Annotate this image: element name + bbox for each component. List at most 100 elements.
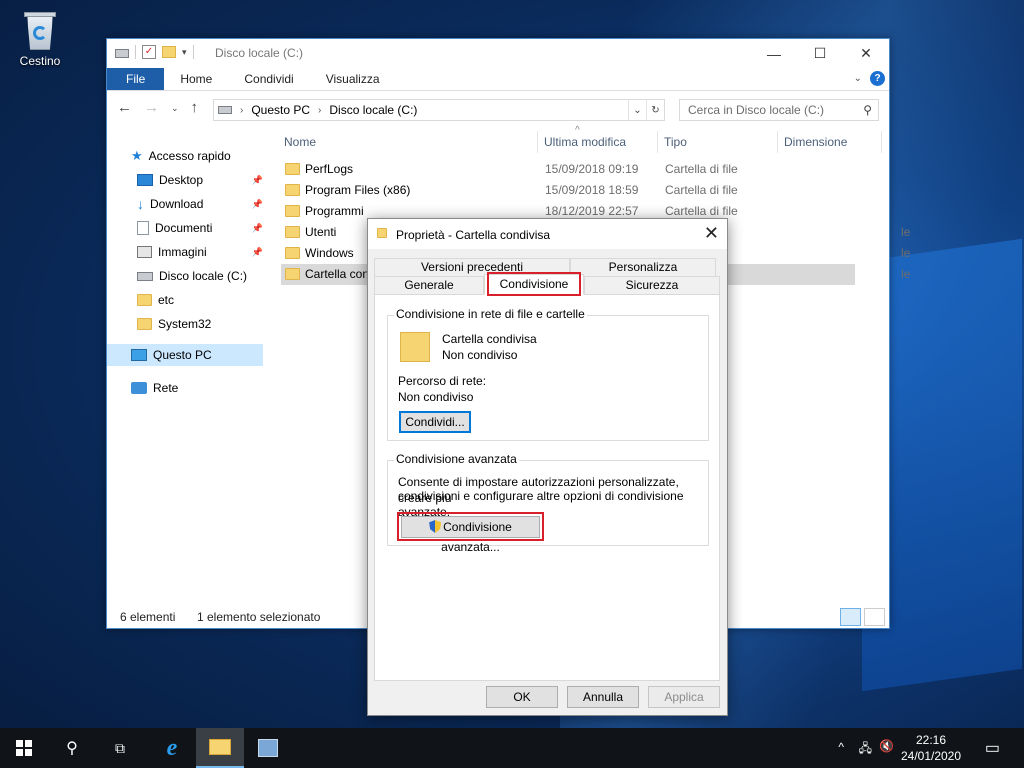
nav-etc[interactable]: etc: [137, 289, 265, 311]
nav-desktop[interactable]: Desktop 📌: [137, 169, 265, 191]
pin-icon: 📌: [251, 246, 263, 257]
advanced-sharing-button[interactable]: Condivisione avanzata...: [401, 516, 540, 554]
selection-count: 1 elemento selezionato: [197, 610, 321, 624]
column-size[interactable]: Dimensione: [779, 133, 847, 153]
maximize-icon[interactable]: ☐: [797, 39, 843, 68]
cancel-button[interactable]: Annulla: [567, 686, 639, 708]
chevron-right-icon[interactable]: ›: [240, 105, 243, 116]
details-view-icon[interactable]: [840, 608, 861, 626]
nav-download[interactable]: ↓ Download 📌: [137, 193, 265, 215]
chevron-right-icon[interactable]: ›: [318, 105, 321, 116]
tab-customize[interactable]: Personalizza: [570, 258, 716, 277]
ok-button[interactable]: OK: [486, 686, 558, 708]
recycle-bin-icon: [23, 10, 57, 50]
ribbon-expand-icon[interactable]: ⌄: [854, 73, 862, 84]
breadcrumb-this-pc[interactable]: Questo PC: [251, 103, 310, 117]
minimize-icon[interactable]: —: [751, 39, 797, 68]
tab-file[interactable]: File: [107, 68, 165, 90]
network-sharing-group: Condivisione in rete di file e cartelle …: [387, 307, 709, 441]
tab-home[interactable]: Home: [164, 68, 228, 90]
column-modified[interactable]: Ultima modifica: [539, 133, 626, 153]
nav-documents[interactable]: Documenti 📌: [137, 217, 265, 239]
quick-access-toolbar: ✓ ▾: [115, 45, 194, 59]
nav-label: etc: [158, 293, 175, 307]
back-icon[interactable]: ←: [117, 99, 132, 116]
clock-date: 24/01/2020: [900, 749, 962, 763]
file-name: Utenti: [305, 225, 337, 239]
nav-system32[interactable]: System32: [137, 313, 265, 335]
nav-label: Accesso rapido: [148, 149, 231, 163]
properties-dialog: Proprietà - Cartella condivisa ✕ Version…: [367, 218, 728, 716]
nav-label: Desktop: [159, 173, 204, 187]
properties-check-icon[interactable]: ✓: [142, 45, 156, 59]
dialog-title: Proprietà - Cartella condivisa: [396, 228, 551, 242]
nav-network[interactable]: Rete: [131, 377, 287, 399]
search-icon[interactable]: ⚲: [48, 728, 96, 768]
nav-label: Documenti: [155, 221, 213, 235]
image-icon: [137, 246, 152, 258]
navigation-pane: ★ Accesso rapido Desktop 📌 ↓ Download 📌 …: [107, 129, 269, 609]
start-button[interactable]: [0, 728, 48, 768]
column-type[interactable]: Tipo: [659, 133, 687, 153]
document-icon: [137, 221, 149, 235]
group-title: Condivisione avanzata: [394, 452, 519, 466]
tab-sharing[interactable]: Condivisione: [484, 272, 584, 296]
windows-logo-icon: [16, 740, 32, 756]
breadcrumb-drive[interactable]: Disco locale (C:): [329, 103, 417, 117]
sharing-panel: Condivisione in rete di file e cartelle …: [374, 294, 720, 681]
address-dropdown-icon[interactable]: ⌄: [628, 100, 646, 120]
large-icons-view-icon[interactable]: [864, 608, 885, 626]
folder-icon: [285, 184, 300, 196]
drive-icon: [218, 106, 232, 114]
nav-local-disk[interactable]: Disco locale (C:): [137, 265, 265, 287]
nav-this-pc[interactable]: Questo PC: [107, 344, 263, 366]
folder-icon: [285, 205, 300, 217]
address-field[interactable]: › Questo PC › Disco locale (C:) ⌄ ↻: [213, 99, 665, 121]
nav-label: Rete: [153, 381, 179, 395]
file-explorer-taskbar-icon[interactable]: [196, 728, 244, 768]
search-input[interactable]: Cerca in Disco locale (C:) ⚲: [679, 99, 879, 121]
nav-images[interactable]: Immagini 📌: [137, 241, 265, 263]
nav-quick-access[interactable]: ★ Accesso rapido: [131, 145, 287, 167]
network-status-icon[interactable]: 🖧: [859, 739, 872, 760]
recycle-bin-label: Cestino: [19, 54, 61, 68]
file-type: le: [901, 267, 911, 281]
column-name[interactable]: Nome: [279, 133, 316, 153]
tab-security[interactable]: Sicurezza: [584, 276, 720, 295]
tab-view[interactable]: Visualizza: [310, 68, 396, 90]
internet-explorer-icon[interactable]: e: [148, 728, 196, 768]
tab-share[interactable]: Condividi: [228, 68, 309, 90]
folder-icon: [285, 226, 300, 238]
file-type: Cartella di file: [665, 183, 738, 197]
share-button[interactable]: Condividi...: [399, 411, 471, 433]
drive-icon: [137, 271, 153, 281]
recycle-bin-desktop-icon[interactable]: Cestino: [10, 8, 70, 68]
close-icon[interactable]: ✕: [704, 223, 719, 244]
close-icon[interactable]: ✕: [843, 39, 889, 68]
explorer-titlebar[interactable]: ✓ ▾ Disco locale (C:) — ☐ ✕: [107, 39, 889, 68]
server-manager-icon[interactable]: [244, 728, 292, 768]
up-icon[interactable]: ↑: [191, 99, 199, 116]
apply-button[interactable]: Applica: [648, 686, 720, 708]
nav-label: Download: [150, 197, 204, 211]
action-center-icon[interactable]: ▭: [985, 738, 1000, 758]
folder-icon: [377, 228, 387, 238]
new-folder-icon[interactable]: [162, 46, 176, 58]
refresh-icon[interactable]: ↻: [646, 100, 664, 120]
help-icon[interactable]: ?: [870, 71, 885, 86]
star-icon: ★: [131, 148, 143, 163]
dialog-titlebar[interactable]: Proprietà - Cartella condivisa ✕: [368, 219, 727, 249]
tab-general[interactable]: Generale: [374, 276, 484, 295]
search-icon: ⚲: [863, 103, 872, 117]
clock[interactable]: 22:16 24/01/2020: [896, 732, 966, 764]
file-row[interactable]: PerfLogs 15/09/2018 09:19 Cartella di fi…: [281, 159, 855, 180]
volume-muted-icon[interactable]: 🔇: [879, 739, 894, 753]
highlight-box: [487, 272, 581, 296]
file-type: Cartella di file: [665, 162, 738, 176]
file-row[interactable]: Program Files (x86) 15/09/2018 18:59 Car…: [281, 180, 855, 201]
task-view-icon[interactable]: ⧉: [96, 728, 144, 768]
forward-icon[interactable]: →: [144, 99, 159, 116]
recent-locations-icon[interactable]: ⌄: [171, 103, 179, 116]
show-hidden-icons-icon[interactable]: ^: [838, 740, 844, 754]
qat-dropdown-icon[interactable]: ▾: [182, 47, 187, 58]
